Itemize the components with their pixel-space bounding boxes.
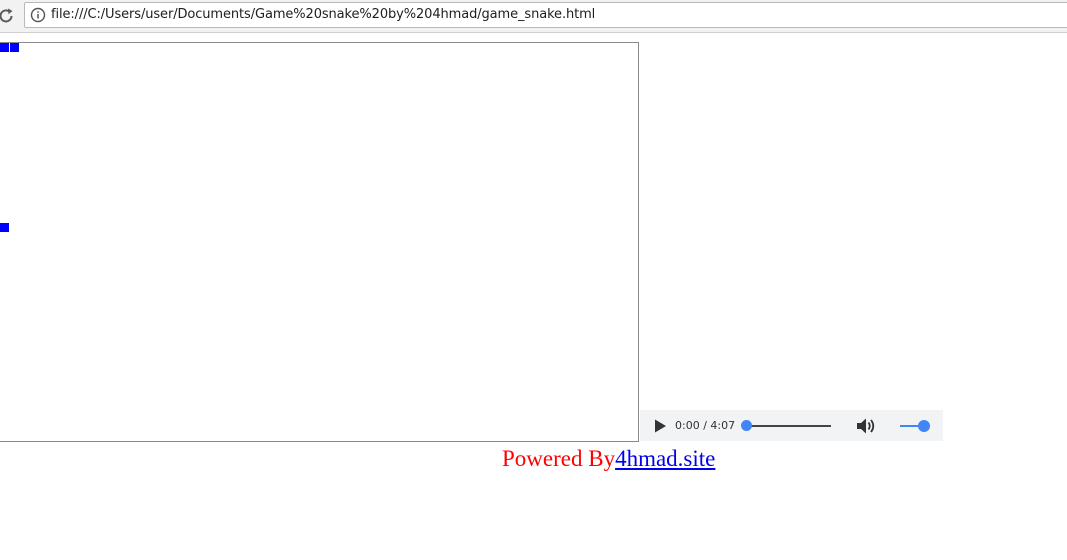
browser-toolbar: file:///C:/Users/user/Documents/Game%20s… xyxy=(0,0,1067,33)
url-text[interactable]: file:///C:/Users/user/Documents/Game%20s… xyxy=(51,7,595,22)
food-pellet xyxy=(0,223,9,232)
powered-by-text: Powered By xyxy=(502,446,616,471)
time-display: 0:00 / 4:07 xyxy=(675,419,736,432)
volume-slider[interactable] xyxy=(900,420,930,432)
play-icon[interactable] xyxy=(652,418,668,434)
snake-segment xyxy=(0,43,9,52)
volume-icon[interactable] xyxy=(855,416,877,436)
site-link[interactable]: 4hmad.site xyxy=(615,446,715,471)
footer: Powered By4hmad.site xyxy=(502,446,715,472)
audio-player[interactable]: 0:00 / 4:07 xyxy=(640,410,943,441)
volume-thumb[interactable] xyxy=(918,420,930,432)
seek-slider[interactable] xyxy=(741,420,831,431)
snake-segment xyxy=(10,43,19,52)
game-canvas[interactable] xyxy=(0,42,639,442)
info-icon[interactable] xyxy=(30,7,46,23)
reload-icon[interactable] xyxy=(0,6,16,26)
address-bar[interactable]: file:///C:/Users/user/Documents/Game%20s… xyxy=(24,2,1067,28)
seek-thumb[interactable] xyxy=(741,420,752,431)
